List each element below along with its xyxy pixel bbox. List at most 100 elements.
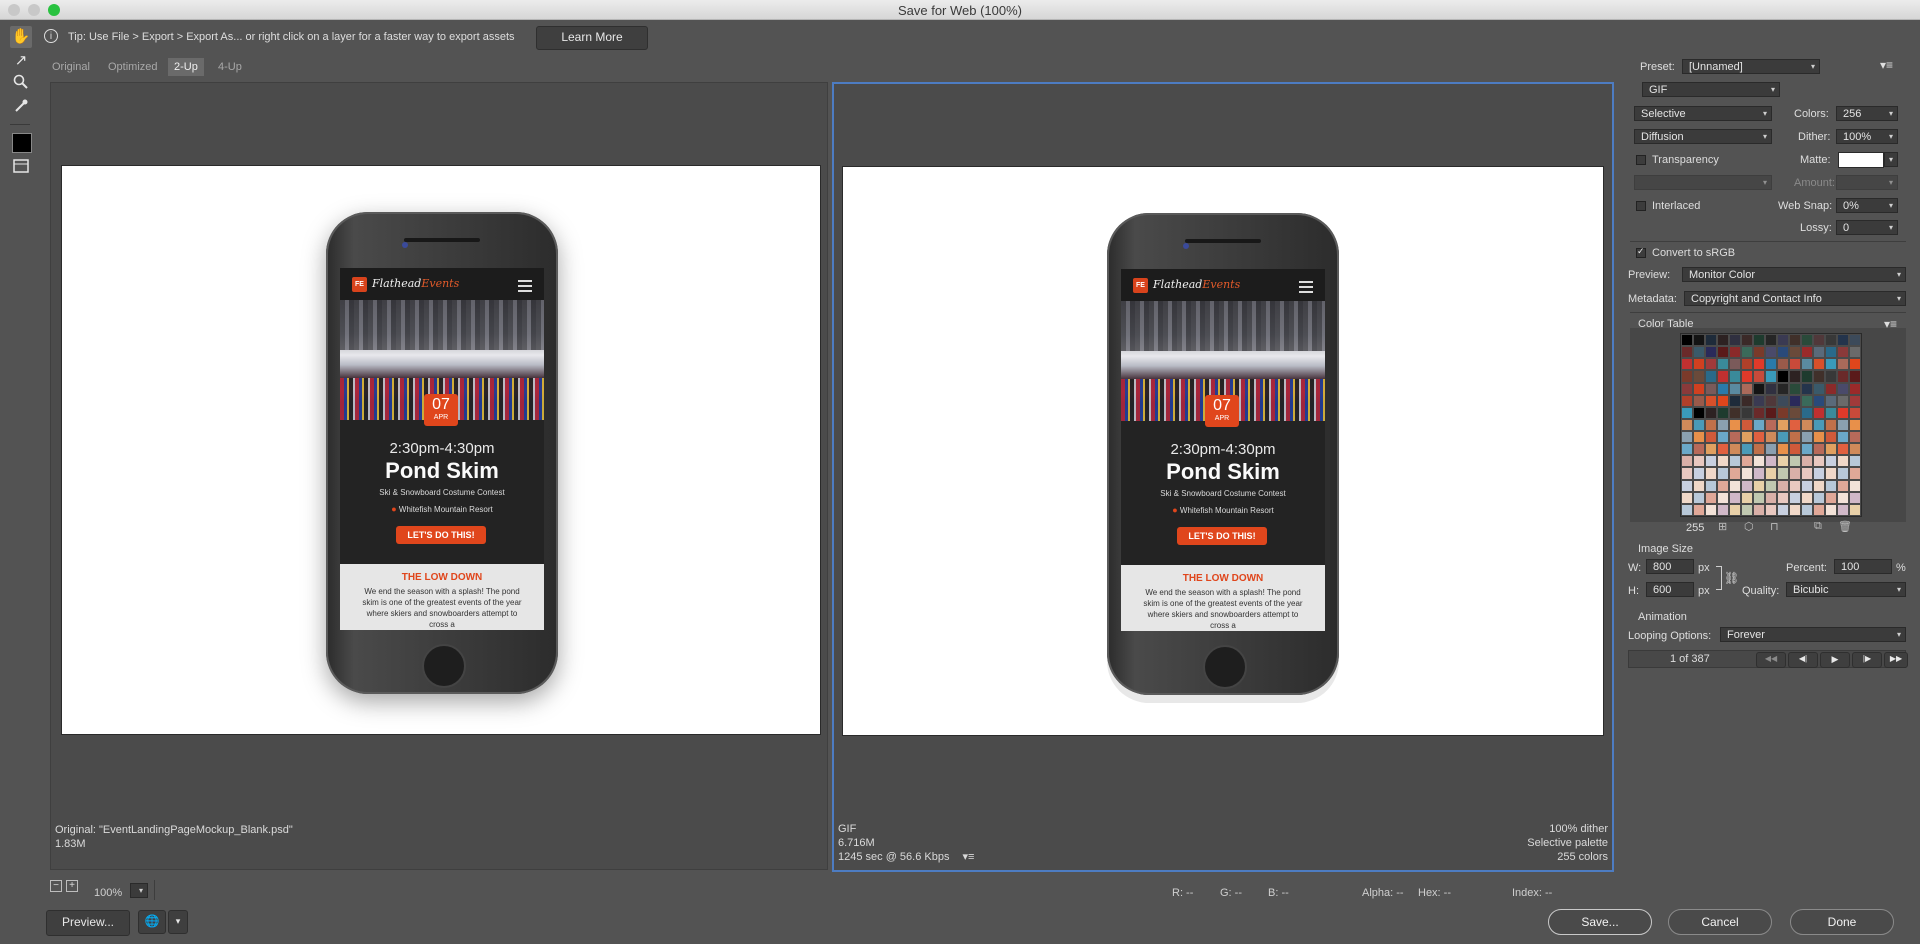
color-swatch[interactable]: [1813, 467, 1825, 480]
color-swatch[interactable]: [1849, 406, 1861, 419]
color-swatch[interactable]: [1681, 418, 1693, 432]
eyedropper-color-swatch[interactable]: [12, 133, 32, 153]
lossy-select[interactable]: 0 ▾: [1836, 220, 1898, 235]
slice-select-tool-icon[interactable]: ↗: [10, 50, 32, 72]
color-swatch[interactable]: [1825, 443, 1837, 456]
color-swatch[interactable]: [1705, 431, 1717, 444]
learn-more-button[interactable]: Learn More: [536, 26, 648, 50]
color-swatch[interactable]: [1765, 394, 1777, 407]
color-swatch[interactable]: [1813, 491, 1825, 504]
first-frame-button[interactable]: ◀◀: [1756, 652, 1786, 668]
color-swatch[interactable]: [1753, 455, 1765, 468]
color-swatch[interactable]: [1825, 346, 1837, 359]
color-swatch[interactable]: [1849, 382, 1861, 395]
color-swatch[interactable]: [1789, 358, 1801, 371]
color-swatch[interactable]: [1705, 370, 1717, 383]
color-swatch[interactable]: [1789, 491, 1801, 504]
color-swatch[interactable]: [1681, 503, 1693, 516]
color-swatch[interactable]: [1729, 503, 1741, 516]
color-swatch[interactable]: [1789, 467, 1801, 480]
tab-original[interactable]: Original: [46, 58, 96, 76]
color-swatch[interactable]: [1849, 418, 1861, 432]
color-swatch[interactable]: [1753, 418, 1765, 432]
color-swatch[interactable]: [1681, 394, 1693, 407]
color-swatch[interactable]: [1753, 382, 1765, 395]
color-swatch[interactable]: [1813, 394, 1825, 407]
color-swatch[interactable]: [1753, 334, 1765, 347]
height-input[interactable]: 600: [1646, 582, 1694, 597]
color-swatch[interactable]: [1705, 406, 1717, 419]
looping-options-select[interactable]: Forever ▾: [1720, 627, 1906, 642]
color-swatch[interactable]: [1717, 491, 1729, 504]
color-swatch[interactable]: [1705, 467, 1717, 480]
color-swatch[interactable]: [1789, 503, 1801, 516]
transparency-checkbox[interactable]: [1636, 155, 1646, 165]
color-swatch[interactable]: [1693, 346, 1705, 359]
color-swatch[interactable]: [1837, 455, 1849, 468]
color-swatch[interactable]: [1741, 431, 1753, 444]
color-swatch[interactable]: [1837, 418, 1849, 432]
color-swatch[interactable]: [1825, 503, 1837, 516]
color-swatch[interactable]: [1849, 479, 1861, 492]
color-swatch[interactable]: [1813, 455, 1825, 468]
color-swatch[interactable]: [1765, 346, 1777, 359]
color-swatch[interactable]: [1753, 491, 1765, 504]
color-swatch[interactable]: [1681, 491, 1693, 504]
color-swatch[interactable]: [1777, 455, 1789, 468]
color-swatch[interactable]: [1789, 334, 1801, 347]
width-input[interactable]: 800: [1646, 559, 1694, 574]
color-swatch[interactable]: [1741, 418, 1753, 432]
color-swatch[interactable]: [1717, 503, 1729, 516]
color-swatch[interactable]: [1825, 467, 1837, 480]
percent-input[interactable]: 100: [1834, 559, 1892, 574]
color-swatch[interactable]: [1717, 443, 1729, 456]
color-swatch[interactable]: [1705, 334, 1717, 347]
color-swatch[interactable]: [1789, 443, 1801, 456]
color-swatch[interactable]: [1693, 394, 1705, 407]
color-swatch[interactable]: [1753, 346, 1765, 359]
metadata-select[interactable]: Copyright and Contact Info ▾: [1684, 291, 1906, 306]
browser-select-menu[interactable]: ▾: [168, 910, 188, 934]
preview-select[interactable]: Monitor Color ▾: [1682, 267, 1906, 282]
color-swatch[interactable]: [1753, 358, 1765, 371]
browser-preview-icon[interactable]: 🌐: [138, 910, 166, 934]
color-swatch[interactable]: [1825, 431, 1837, 444]
color-swatch[interactable]: [1729, 346, 1741, 359]
eyedropper-tool-icon[interactable]: [10, 98, 32, 120]
color-swatch[interactable]: [1741, 467, 1753, 480]
color-swatch[interactable]: [1717, 467, 1729, 480]
color-swatch[interactable]: [1753, 406, 1765, 419]
color-swatch[interactable]: [1837, 334, 1849, 347]
color-swatch[interactable]: [1825, 418, 1837, 432]
matte-menu-button[interactable]: ▾: [1884, 152, 1898, 167]
color-swatch[interactable]: [1681, 370, 1693, 383]
zoom-tool-icon[interactable]: [10, 74, 32, 96]
color-swatch[interactable]: [1777, 370, 1789, 383]
color-swatch[interactable]: [1849, 503, 1861, 516]
color-swatch[interactable]: [1705, 479, 1717, 492]
color-swatch[interactable]: [1813, 443, 1825, 456]
color-swatch[interactable]: [1825, 394, 1837, 407]
color-swatch[interactable]: [1717, 370, 1729, 383]
color-swatch[interactable]: [1681, 346, 1693, 359]
original-preview-pane[interactable]: FE FlatheadEvents 07 APR 2:30pm-4:30pm Po…: [50, 82, 828, 870]
color-swatch[interactable]: [1777, 406, 1789, 419]
color-swatch[interactable]: [1825, 491, 1837, 504]
interlaced-checkbox[interactable]: [1636, 201, 1646, 211]
color-swatch[interactable]: [1789, 382, 1801, 395]
color-swatch[interactable]: [1693, 382, 1705, 395]
color-swatch[interactable]: [1717, 382, 1729, 395]
color-swatch[interactable]: [1741, 346, 1753, 359]
color-swatch[interactable]: [1825, 370, 1837, 383]
preset-select[interactable]: [Unnamed] ▾: [1682, 59, 1820, 74]
color-swatch[interactable]: [1789, 346, 1801, 359]
tab-optimized[interactable]: Optimized: [102, 58, 164, 76]
color-swatch[interactable]: [1813, 418, 1825, 432]
color-swatch[interactable]: [1777, 334, 1789, 347]
color-swatch[interactable]: [1705, 491, 1717, 504]
transparency-dither-select[interactable]: ▾: [1634, 175, 1772, 190]
color-swatch[interactable]: [1801, 455, 1813, 468]
cancel-button[interactable]: Cancel: [1668, 909, 1772, 935]
color-swatch[interactable]: [1765, 503, 1777, 516]
color-swatch[interactable]: [1765, 370, 1777, 383]
